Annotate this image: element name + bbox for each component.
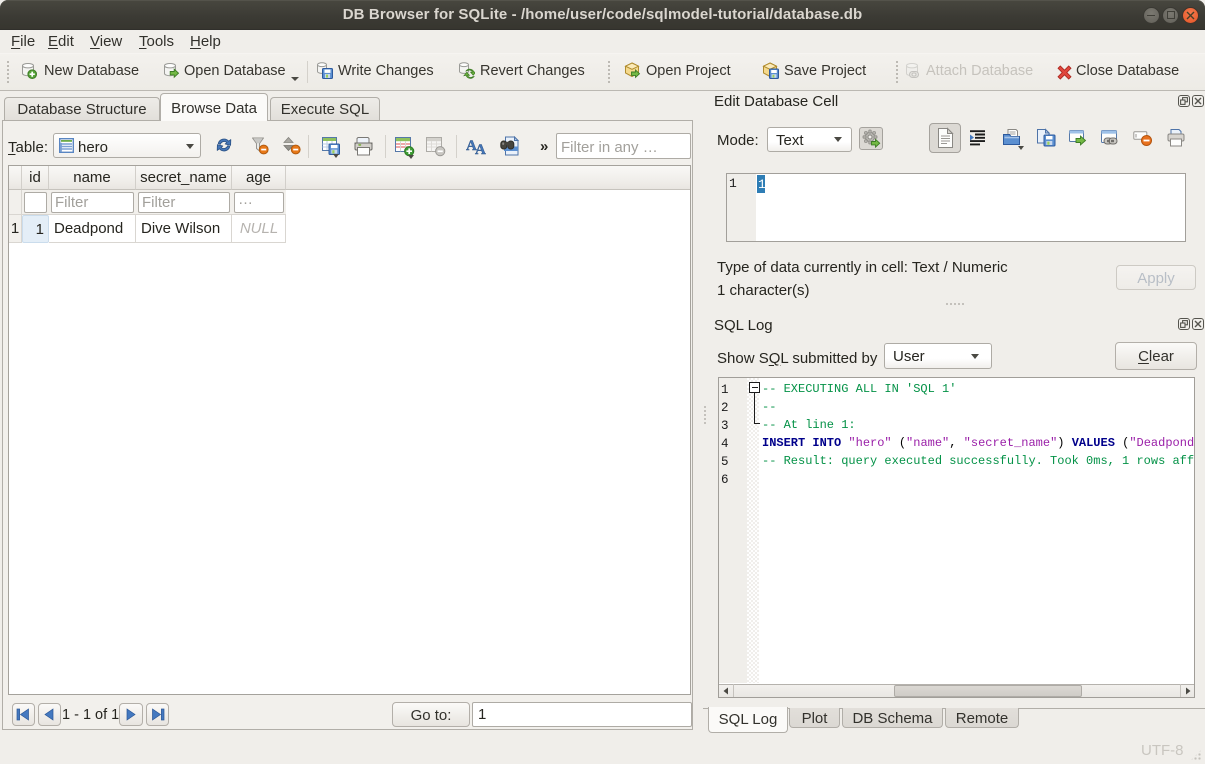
svg-text:A: A	[475, 142, 486, 155]
